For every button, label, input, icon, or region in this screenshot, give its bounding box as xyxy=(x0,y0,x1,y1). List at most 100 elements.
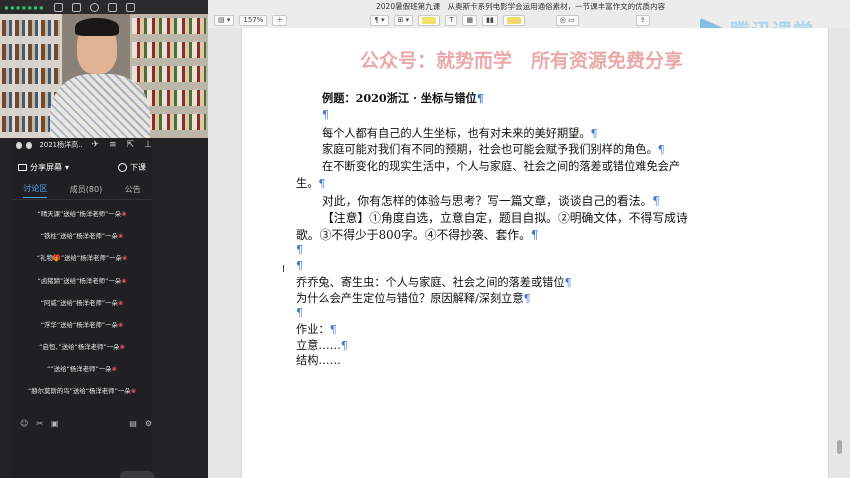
flower-icon: ❀ xyxy=(117,298,124,307)
end-class-label: 下课 xyxy=(130,162,146,172)
doc-line-text: 结构…… xyxy=(296,354,341,367)
doc-line: 对此，你有怎样的体验与思考？写一篇文章，谈谈自己的看法。¶ xyxy=(322,192,660,209)
doc-line: 例题：2020浙江 · 坐标与错位¶ xyxy=(322,90,484,106)
text-button[interactable]: T xyxy=(445,14,458,26)
doc-line: ¶ xyxy=(322,108,329,121)
swatch-shape xyxy=(506,16,521,24)
add-page-button[interactable]: ＋ xyxy=(272,14,288,26)
share-screen-button[interactable]: 分享屏幕 ▾ xyxy=(18,162,69,173)
pilcrow-mark: ¶ xyxy=(523,292,531,305)
flower-icon: ❀ xyxy=(111,365,117,374)
tab-discussion[interactable]: 讨论区 xyxy=(23,183,48,198)
menu-icon[interactable]: ≡ xyxy=(109,140,117,150)
flower-icon: ❀ xyxy=(121,276,127,285)
doc-line: 立意……¶ xyxy=(296,337,348,353)
pilcrow-mark: ¶ xyxy=(296,259,304,272)
image-icon[interactable]: ▣ xyxy=(51,419,59,428)
doc-line: 乔乔兔、寄生虫：个人与家庭、社会之间的落差或错位¶ xyxy=(296,274,572,290)
chat-message: “礼物🎁”送给“杨洋老师”一朵❀ xyxy=(12,247,152,269)
pilcrow-mark: ¶ xyxy=(322,108,330,121)
screen-icon xyxy=(18,163,27,171)
doc-line-text: 为什么会产生定位与错位？原因解释/深刻立意 xyxy=(296,292,524,305)
pilcrow-mark: ¶ xyxy=(329,323,337,336)
end-class-button[interactable]: 下课 xyxy=(118,162,146,173)
doc-line: 家庭可能对我们有不同的预期，社会也可能会赋予我们别样的角色。¶ xyxy=(322,141,665,157)
pen-icon[interactable] xyxy=(53,2,63,12)
flower-icon: ❀ xyxy=(117,232,124,241)
table-button[interactable]: ▦ xyxy=(462,14,478,26)
doc-line: 歌。③不得少于800字。④不得抄袭、套作。¶ xyxy=(296,226,538,243)
chat-message: “赫尔莫斯的鸟”送给“杨洋老师”一朵❀ xyxy=(12,381,152,411)
shape-icon[interactable] xyxy=(125,2,135,12)
share-button[interactable]: ⇪ xyxy=(635,14,650,26)
flower-icon: ❀ xyxy=(117,320,124,329)
document-page[interactable]: 公众号：就势而学 所有资源免费分享 例题：2020浙江 · 坐标与错位¶ ¶ 每… xyxy=(241,28,829,478)
tab-members[interactable]: 成员(80) xyxy=(70,184,102,198)
text-cursor-icon: I xyxy=(282,264,285,275)
webcam-toolbar: ▪▪▪▪▪▪▪ xyxy=(0,0,208,14)
doc-line: ¶ xyxy=(296,243,303,256)
vertical-scrollbar[interactable] xyxy=(837,440,842,454)
doc-line-text: 例题：2020浙江 · 坐标与错位 xyxy=(322,91,477,105)
comment-button[interactable]: ◎ ▭ xyxy=(555,14,579,26)
pilcrow-mark: ¶ xyxy=(296,243,304,256)
flower-icon: ❀ xyxy=(121,254,128,263)
pilcrow-mark: ¶ xyxy=(657,143,665,156)
shelf-row xyxy=(2,20,60,36)
chat-message: “铁柱”送给“杨洋老师”一朵❀ xyxy=(12,225,152,247)
highlight-yellow-button[interactable] xyxy=(418,14,441,26)
doc-line: ¶ xyxy=(296,259,303,272)
doc-line: 生。¶ xyxy=(296,175,326,191)
scissors-icon[interactable]: ✂ xyxy=(36,419,43,428)
share-row: 分享屏幕 ▾ 下课 xyxy=(12,158,152,176)
doc-line: 为什么会产生定位与错位？原因解释/深刻立意¶ xyxy=(296,290,531,306)
popout-icon[interactable]: ⇱ xyxy=(127,140,135,150)
settings-icon[interactable]: ⚙ xyxy=(145,419,152,428)
pilcrow-mark: ¶ xyxy=(590,127,598,140)
zoom-select[interactable]: 157% xyxy=(239,14,268,26)
chat-message-text: “晴天课”送给“杨洋老师”一朵 xyxy=(37,210,122,218)
doc-line-text: 对此，你有怎样的体验与思考？写一篇文章，谈谈自己的看法。 xyxy=(322,194,653,208)
paragraph-style-button[interactable]: ¶ ▾ xyxy=(370,14,389,26)
shape-button[interactable] xyxy=(502,14,525,26)
eraser-icon[interactable] xyxy=(107,2,117,12)
pilcrow-mark: ¶ xyxy=(564,276,572,289)
rect-icon[interactable] xyxy=(89,2,99,12)
editor-toolbar: 2020暑假班第九课 从奥斯卡系列电影学会运用通俗素材，一节课丰富作文的优质内容… xyxy=(208,0,850,43)
airplane-icon[interactable]: ✈ xyxy=(92,140,100,150)
message-icon[interactable]: ▤ xyxy=(129,419,137,428)
flower-icon: ❀ xyxy=(130,386,137,395)
pilcrow-mark: ¶ xyxy=(340,339,348,352)
doc-line-text: 每个人都有自己的人生坐标，也有对未来的美好期望。 xyxy=(322,127,591,140)
classroom-panel-inner: 2021杨洋高… ✈ ≡ ⇱ ⊥ 分享屏幕 ▾ 下课 讨论区 成员(80) 公告… xyxy=(12,138,154,478)
doc-line: 结构…… xyxy=(296,352,341,368)
camera-toggle-button[interactable] xyxy=(120,471,154,478)
doc-line-text: 生。 xyxy=(296,177,319,190)
doc-line: 每个人都有自己的人生坐标，也有对未来的美好期望。¶ xyxy=(322,125,598,141)
view-toggle-button[interactable]: ▤ ▾ xyxy=(214,14,235,26)
doc-line-text: 【注意】①角度自选，立意自定，题目自拟。②明确文体，不得写成诗 xyxy=(322,211,688,225)
tab-announcement[interactable]: 公告 xyxy=(125,184,141,198)
chat-message-text: “”送给“杨洋老师”一朵 xyxy=(47,365,112,374)
class-title: 2021杨洋高… xyxy=(39,141,82,149)
close-dot-icon[interactable] xyxy=(16,141,23,149)
pointer-icon[interactable] xyxy=(71,2,81,12)
document-canvas: 公众号：就势而学 所有资源免费分享 例题：2020浙江 · 坐标与错位¶ ¶ 每… xyxy=(208,28,850,478)
chart-button[interactable]: ▮▮ xyxy=(482,14,498,26)
teacher-hair xyxy=(75,18,119,36)
power-icon xyxy=(118,162,127,172)
doc-line-text: 作业： xyxy=(296,323,330,336)
insert-button[interactable]: ⊞ ▾ xyxy=(393,14,414,26)
chat-message-text: “铁柱”送给“杨洋老师”一朵 xyxy=(40,232,118,241)
chat-message-text: “礼物🎁”送给“杨洋老师”一朵 xyxy=(36,254,122,263)
shelf-row xyxy=(132,18,206,34)
emoji-icon[interactable]: ☺ xyxy=(20,419,28,428)
chat-message-text: “阿威”送给“杨洋老师”一朵 xyxy=(40,298,118,307)
pin-icon[interactable]: ⊥ xyxy=(144,140,152,150)
minimize-dot-icon[interactable] xyxy=(26,141,33,149)
pilcrow-mark: ¶ xyxy=(476,91,484,105)
shelf-row xyxy=(2,68,60,84)
shelf-row xyxy=(2,44,60,60)
doc-line: 作业：¶ xyxy=(296,321,337,337)
panel-tabs: 讨论区 成员(80) 公告 xyxy=(12,182,152,200)
